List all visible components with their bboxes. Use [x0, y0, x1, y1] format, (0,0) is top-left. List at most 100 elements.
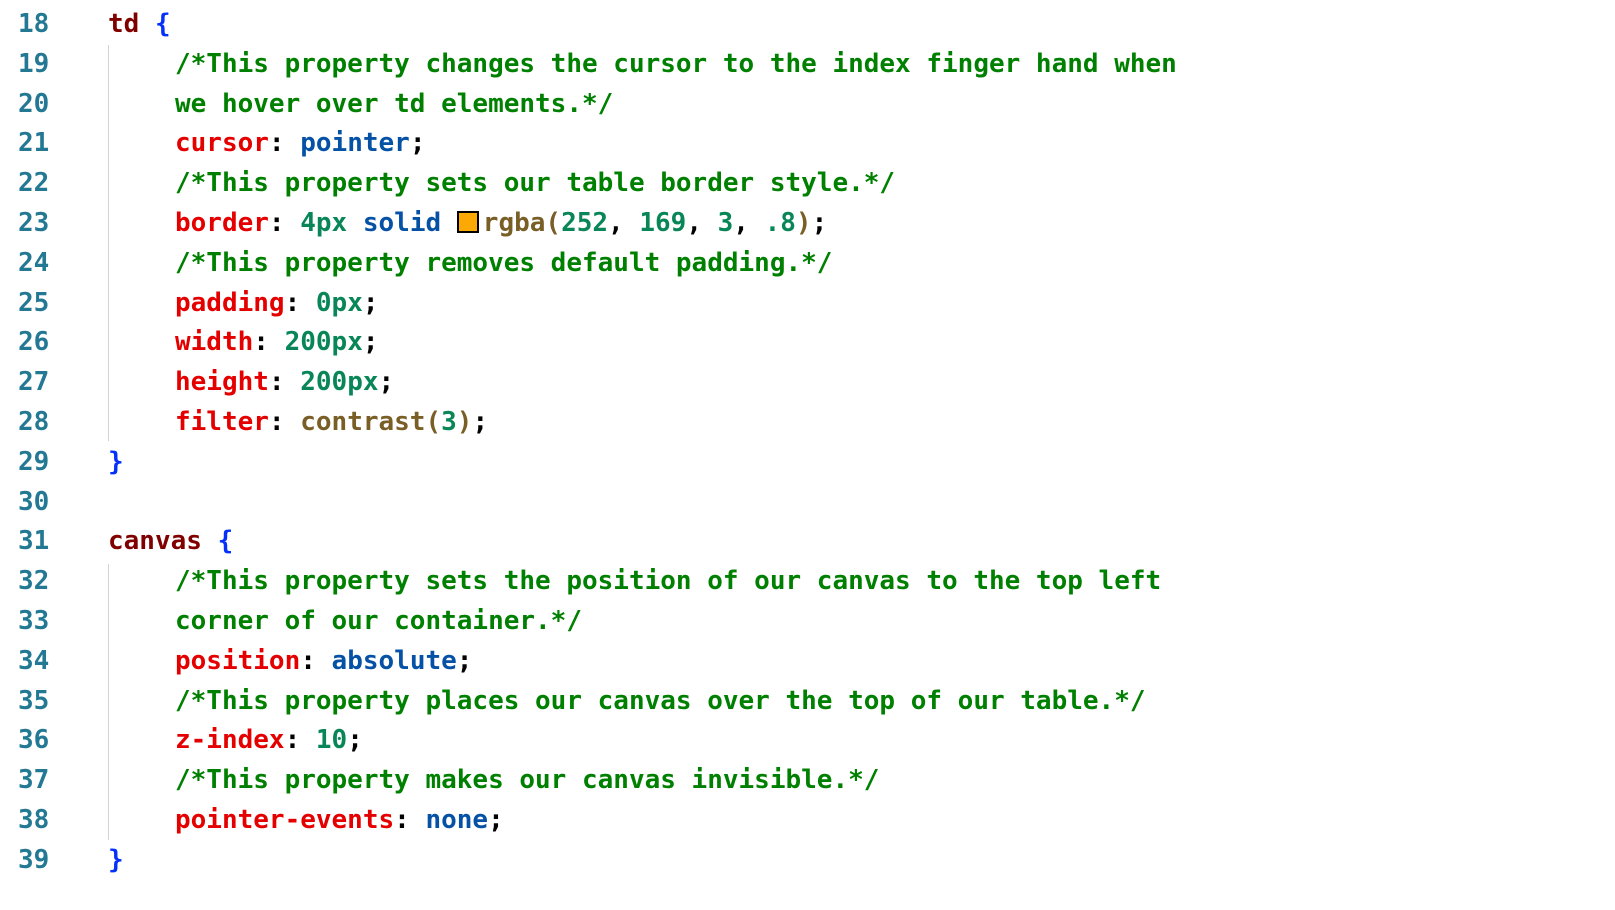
- code-line[interactable]: 21 cursor: pointer;: [0, 123, 1615, 164]
- punctuation-token: ;: [409, 128, 426, 159]
- punctuation-token: :: [394, 805, 426, 835]
- line-number: 32: [18, 566, 50, 597]
- function-token: contrast(: [300, 407, 442, 437]
- code-text: z-index: 10;: [175, 720, 363, 761]
- code-text: }: [108, 442, 124, 483]
- number-token: 10: [315, 725, 348, 756]
- punctuation-token: [347, 208, 363, 238]
- property-token: width: [175, 327, 254, 358]
- code-text: filter: contrast(3);: [175, 402, 488, 443]
- comment-token: /*This property makes our canvas invisib…: [175, 765, 880, 796]
- code-line[interactable]: 18 td {: [0, 4, 1615, 45]
- property-token: pointer-events: [175, 805, 395, 835]
- code-text: canvas {: [108, 521, 233, 562]
- property-token: border: [175, 208, 269, 238]
- property-token: height: [175, 367, 269, 398]
- property-token: filter: [175, 407, 269, 437]
- property-token: cursor: [175, 128, 269, 159]
- function-token: ): [795, 208, 812, 238]
- comment-token: /*This property places our canvas over t…: [175, 685, 1146, 716]
- punctuation-token: ;: [811, 208, 828, 238]
- code-line[interactable]: 33 corner of our container.*/: [0, 601, 1615, 642]
- punctuation-token: :: [253, 327, 285, 358]
- punctuation-token: ;: [347, 725, 363, 756]
- keyword-token: solid: [362, 208, 442, 238]
- comment-token: /*This property changes the cursor to th…: [175, 48, 1177, 79]
- number-token: .8: [764, 208, 796, 238]
- code-line[interactable]: 20 we hover over td elements.*/: [0, 84, 1615, 125]
- code-text: position: absolute;: [175, 641, 472, 682]
- punctuation-token: :: [284, 287, 316, 318]
- code-line[interactable]: 29}: [0, 442, 1615, 483]
- punctuation-token: ,: [608, 208, 640, 238]
- property-token: z-index: [175, 725, 285, 756]
- code-text: cursor: pointer;: [175, 123, 425, 164]
- code-line[interactable]: 34 position: absolute;: [0, 641, 1615, 682]
- punctuation-token: :: [268, 208, 301, 238]
- color-swatch-icon[interactable]: [456, 211, 479, 233]
- code-line[interactable]: 19 /*This property changes the cursor to …: [0, 44, 1615, 85]
- punctuation-token: [441, 208, 457, 238]
- punctuation-token: [139, 9, 155, 39]
- code-line[interactable]: 36 z-index: 10;: [0, 720, 1615, 761]
- code-editor[interactable]: 18 td {19/*This property changes the curs…: [0, 0, 1615, 910]
- code-line[interactable]: 26 width: 200px;: [0, 322, 1615, 363]
- line-number: 20: [18, 88, 50, 119]
- selector-token: canvas: [108, 526, 202, 557]
- line-number: 28: [18, 407, 50, 437]
- code-line[interactable]: 30: [0, 482, 1615, 523]
- comment-token: /*This property sets the position of our…: [175, 566, 1162, 597]
- punctuation-token: ;: [472, 407, 489, 437]
- keyword-token: absolute: [331, 645, 457, 676]
- punctuation-token: ;: [362, 327, 379, 358]
- comment-token: /*This property removes default padding.…: [175, 247, 833, 278]
- selector-token: td: [108, 9, 140, 39]
- brace-token: }: [108, 844, 124, 875]
- code-line[interactable]: 24 /*This property removes default paddin…: [0, 243, 1615, 284]
- code-line[interactable]: 28 filter: contrast(3);: [0, 402, 1615, 443]
- code-text: border: 4px solid rgba(252, 169, 3, .8);: [175, 203, 827, 244]
- function-token: ): [456, 407, 473, 437]
- punctuation-token: :: [268, 367, 301, 398]
- code-text: td {: [108, 4, 171, 45]
- keyword-token: none: [425, 805, 489, 835]
- code-line[interactable]: 39}: [0, 840, 1615, 881]
- punctuation-token: [202, 526, 218, 556]
- property-token: padding: [175, 287, 285, 318]
- punctuation-token: :: [268, 128, 301, 159]
- keyword-token: pointer: [300, 128, 410, 159]
- code-line[interactable]: 25 padding: 0px;: [0, 283, 1615, 324]
- code-line[interactable]: 23 border: 4px solid rgba(252, 169, 3, .8…: [0, 203, 1615, 244]
- code-line[interactable]: 27 height: 200px;: [0, 362, 1615, 403]
- code-text: /*This property makes our canvas invisib…: [175, 760, 879, 801]
- code-line[interactable]: 31 canvas {: [0, 521, 1615, 562]
- code-line[interactable]: 35 /*This property places our canvas over…: [0, 681, 1615, 722]
- code-text: /*This property sets the position of our…: [175, 561, 1161, 602]
- code-text: /*This property places our canvas over t…: [175, 681, 1146, 722]
- line-number: 38: [18, 805, 50, 835]
- punctuation-token: ,: [733, 208, 765, 238]
- number-token: 3: [717, 208, 734, 238]
- number-token: 3: [441, 407, 457, 437]
- line-number: 39: [18, 844, 50, 875]
- code-line[interactable]: 22 /*This property sets our table border …: [0, 163, 1615, 204]
- number-token: 200px: [300, 367, 379, 398]
- code-line[interactable]: 32 /*This property sets the position of o…: [0, 561, 1615, 602]
- line-number: 35: [18, 685, 50, 716]
- line-number: 36: [18, 725, 50, 756]
- code-text: /*This property sets our table border st…: [175, 163, 895, 204]
- comment-token: corner of our container.*/: [175, 606, 582, 636]
- line-number: 23: [18, 208, 50, 238]
- line-number: 34: [18, 645, 50, 676]
- line-number: 37: [18, 765, 50, 796]
- punctuation-token: :: [284, 725, 316, 756]
- code-text: we hover over td elements.*/: [175, 84, 613, 125]
- code-text: /*This property changes the cursor to th…: [175, 44, 1177, 85]
- punctuation-token: :: [268, 407, 301, 437]
- code-line[interactable]: 37 /*This property makes our canvas invis…: [0, 760, 1615, 801]
- number-token: 169: [639, 208, 687, 238]
- code-text: width: 200px;: [175, 322, 379, 363]
- punctuation-token: ;: [362, 287, 379, 318]
- line-number: 21: [18, 128, 50, 159]
- code-line[interactable]: 38 pointer-events: none;: [0, 800, 1615, 841]
